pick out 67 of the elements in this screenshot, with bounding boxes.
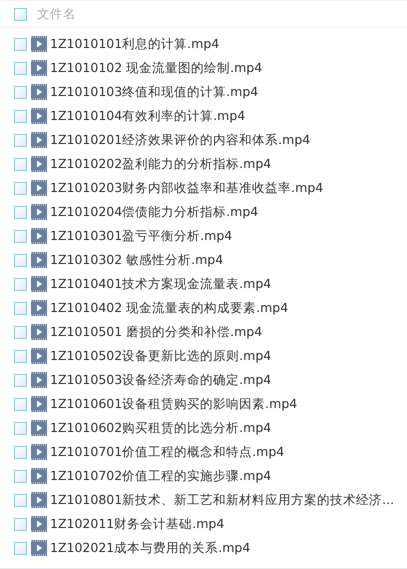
file-name[interactable]: 1Z102021成本与费用的关系.mp4 [50,538,250,558]
file-name[interactable]: 1Z1010801新技术、新工艺和新材料应用方案的技术经济... [50,490,394,510]
file-name[interactable]: 1Z1010702价值工程的实施步骤.mp4 [50,466,272,486]
file-name[interactable]: 1Z1010102 现金流量图的绘制.mp4 [50,58,262,78]
file-name[interactable]: 1Z1010601设备租赁购买的影响因素.mp4 [50,394,298,414]
file-name[interactable]: 1Z1010101利息的计算.mp4 [50,34,220,54]
video-file-icon [31,372,47,388]
video-file-icon [31,84,47,100]
file-name[interactable]: 1Z102011财务会计基础.mp4 [50,514,224,534]
video-file-icon [31,108,47,124]
video-file-icon [31,36,47,52]
video-file-icon [31,444,47,460]
video-file-icon [31,180,47,196]
file-name[interactable]: 1Z1010204偿债能力分析指标.mp4 [50,202,258,222]
checkbox[interactable] [14,110,27,122]
file-name[interactable]: 1Z1010503设备经济寿命的确定.mp4 [50,370,272,390]
checkbox[interactable] [14,302,27,314]
file-name[interactable]: 1Z1010402 现金流量表的构成要素.mp4 [50,298,288,318]
video-file-icon [31,132,47,148]
video-file-icon [31,468,47,484]
checkbox[interactable] [14,254,27,266]
checkbox[interactable] [14,398,27,410]
checkbox[interactable] [14,86,27,98]
file-name[interactable]: 1Z1010501 磨损的分类和补偿.mp4 [50,322,262,342]
video-file-icon [31,396,47,412]
file-name[interactable]: 1Z1010701价值工程的概念和特点.mp4 [50,442,284,462]
file-name[interactable]: 1Z1010502设备更新比选的原则.mp4 [50,346,272,366]
file-name[interactable]: 1Z1010201经济效果评价的内容和体系.mp4 [50,130,310,150]
checkbox[interactable] [14,8,27,20]
video-file-icon [31,228,47,244]
checkbox[interactable] [14,326,27,338]
video-file-icon [31,348,47,364]
checkbox[interactable] [14,182,27,194]
checkbox[interactable] [14,134,27,146]
checkbox[interactable] [14,62,27,74]
video-file-icon [31,420,47,436]
file-name[interactable]: 1Z1010104有效利率的计算.mp4 [50,106,246,126]
video-file-icon [31,540,47,556]
checkbox[interactable] [14,38,27,50]
checkbox[interactable] [14,374,27,386]
file-name[interactable]: 1Z1010301盈亏平衡分析.mp4 [50,226,232,246]
file-name[interactable]: 1Z1010202盈利能力的分析指标.mp4 [50,154,272,174]
checkbox[interactable] [14,206,27,218]
file-name[interactable]: 1Z1010103终值和现值的计算.mp4 [50,82,258,102]
video-file-icon [31,324,47,340]
video-file-icon [31,300,47,316]
video-file-icon [31,204,47,220]
checkbox[interactable] [14,494,27,506]
checkbox[interactable] [14,446,27,458]
video-file-icon [31,60,47,76]
file-name[interactable]: 1Z1010602购买租赁的比选分析.mp4 [50,418,272,438]
file-name[interactable]: 1Z1010203财务内部收益率和基准收益率.mp4 [50,178,324,198]
video-file-icon [31,156,47,172]
file-name[interactable]: 1Z1010401技术方案现金流量表.mp4 [50,274,272,294]
video-file-icon [31,516,47,532]
video-file-icon [31,492,47,508]
checkbox[interactable] [14,518,27,530]
checkbox[interactable] [14,158,27,170]
checkbox[interactable] [14,230,27,242]
checkbox[interactable] [14,422,27,434]
video-file-icon [31,276,47,292]
checkbox[interactable] [14,470,27,482]
checkbox[interactable] [14,542,27,554]
checkbox[interactable] [14,278,27,290]
video-file-icon [31,252,47,268]
file-name[interactable]: 1Z1010302 敏感性分析.mp4 [50,250,224,270]
checkbox[interactable] [14,350,27,362]
